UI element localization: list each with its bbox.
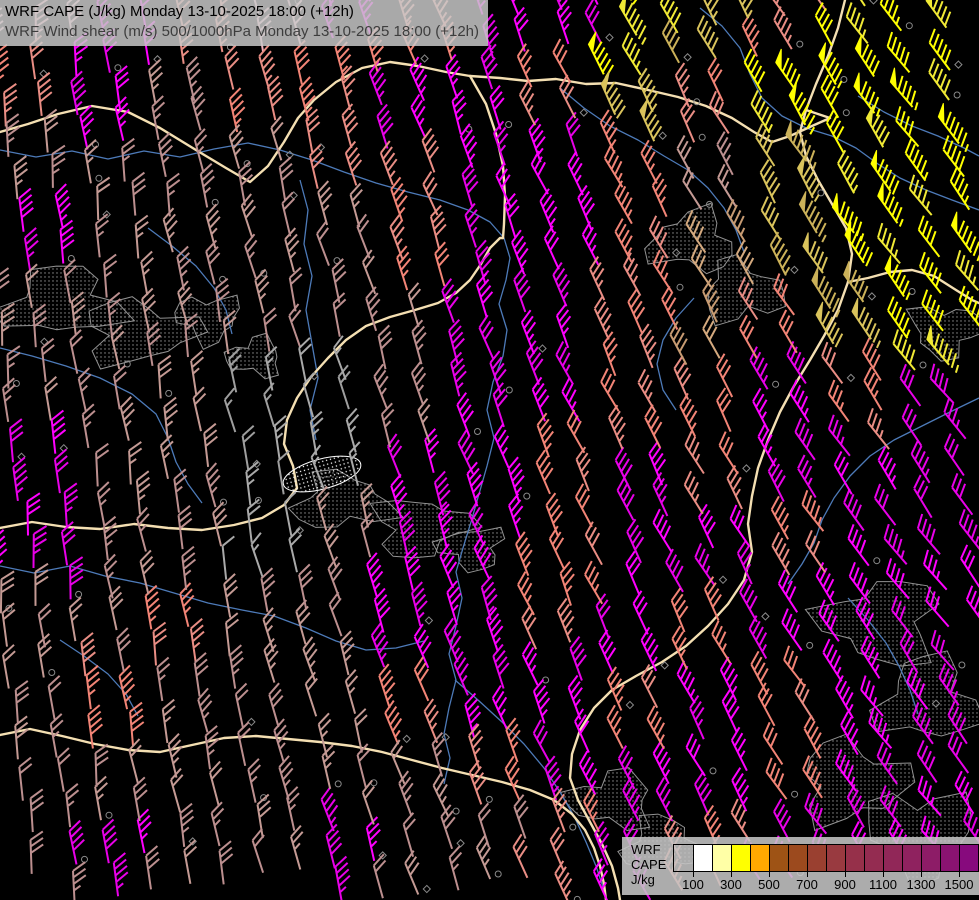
legend-color-cell	[826, 845, 845, 871]
legend-color-cell	[845, 845, 864, 871]
legend-label-line: CAPE	[631, 857, 673, 872]
legend-color-cell	[940, 845, 959, 871]
legend-tick-label: 100	[682, 877, 704, 892]
weather-map: WRF CAPE (J/kg) Monday 13-10-2025 18:00 …	[0, 0, 979, 900]
cape-legend-panel: WRF CAPE J/kg 100 300 500 700 900 1100 1300 150…	[622, 837, 979, 895]
legend-color-cell	[807, 845, 826, 871]
legend-color-cell	[712, 845, 731, 871]
legend-tick-label: 500	[758, 877, 780, 892]
legend-label: WRF CAPE J/kg	[622, 837, 673, 895]
legend-tick-label: 900	[834, 877, 856, 892]
weather-map-graphic	[0, 0, 979, 900]
legend-color-cell	[788, 845, 807, 871]
map-title-panel: WRF CAPE (J/kg) Monday 13-10-2025 18:00 …	[0, 0, 488, 46]
legend-color-cell	[769, 845, 788, 871]
legend-tick-label: 1100	[869, 877, 897, 892]
legend-color-cell	[674, 845, 693, 871]
legend-color-cell	[921, 845, 940, 871]
legend-label-line: J/kg	[631, 872, 673, 887]
cape-colorbar: 100 300 500 700 900 1100 1300 1500	[673, 844, 979, 895]
legend-tick-label: 700	[796, 877, 818, 892]
legend-color-cell	[731, 845, 750, 871]
legend-color-cell	[864, 845, 883, 871]
urban-areas	[0, 203, 979, 889]
legend-color-cell	[959, 845, 978, 871]
wind-shear-title: WRF Wind shear (m/s) 500/1000hPa Monday …	[5, 22, 479, 42]
legend-color-cell	[693, 845, 712, 871]
legend-color-cell	[902, 845, 921, 871]
legend-label-line: WRF	[631, 842, 673, 857]
colorbar-cells	[673, 844, 979, 872]
legend-color-cell	[883, 845, 902, 871]
legend-color-cell	[750, 845, 769, 871]
legend-tick-label: 1500	[945, 877, 974, 892]
legend-tick-label: 300	[720, 877, 742, 892]
legend-tick-label: 1300	[907, 877, 936, 892]
cape-title: WRF CAPE (J/kg) Monday 13-10-2025 18:00 …	[5, 2, 479, 22]
